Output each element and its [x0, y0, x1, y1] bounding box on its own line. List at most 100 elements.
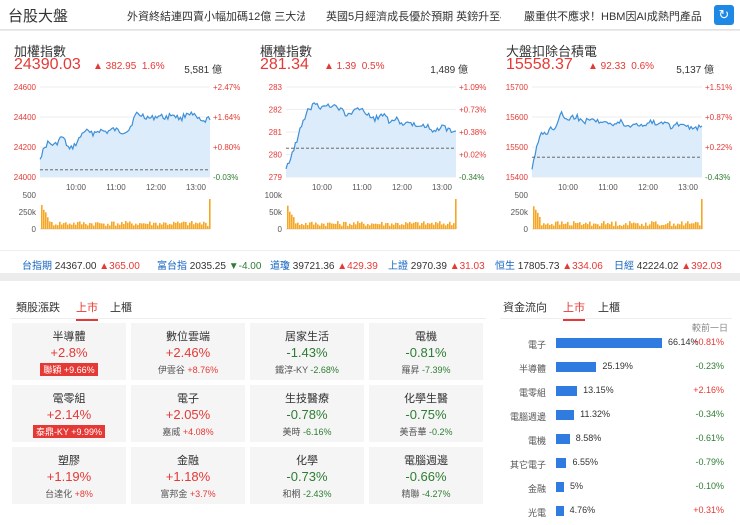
flow-share-value: 5% [570, 481, 584, 491]
volume-bar [601, 223, 603, 229]
volume-bar [141, 223, 143, 229]
volume-bar [621, 225, 623, 229]
volume-bar [679, 224, 681, 229]
volume-bar [581, 224, 583, 229]
sector-cell[interactable]: 半導體 +2.8% 聯穎 +9.66% [12, 323, 126, 380]
volume-bar [655, 221, 657, 229]
volume-bar [633, 222, 635, 229]
volume-bar [65, 222, 67, 229]
ticker-item[interactable]: 台指期 24367.00 ▲365.00 [22, 257, 140, 272]
sector-cell[interactable]: 電子 +2.05% 嘉威 +4.08% [131, 385, 245, 442]
volume-bar [549, 224, 551, 229]
sector-leader: 美吾華 -0.2% [399, 427, 453, 437]
flow-row[interactable]: 半導體 25.19% -0.23% [500, 357, 732, 377]
volume-bar [411, 223, 413, 229]
sector-cell[interactable]: 化學生醫 -0.75% 美吾華 -0.2% [369, 385, 483, 442]
volume-bar [151, 225, 153, 229]
flow-row[interactable]: 電子 66.14% +0.81% [500, 333, 732, 353]
volume-bar [357, 221, 359, 229]
flow-change: +2.16% [693, 385, 724, 395]
volume-bar [89, 222, 91, 229]
volume-bar [355, 224, 357, 229]
volume-bar [63, 223, 65, 229]
volume-bar [331, 223, 333, 229]
volume-bar [441, 224, 443, 229]
volume-bar [205, 222, 207, 229]
volume-bar [79, 221, 81, 229]
panel-otc[interactable]: 櫃檯指數 281.34 ▲ 1.39 0.5% 1,489 億 283 282 28… [246, 31, 492, 249]
panel-ex-tsmc[interactable]: 大盤扣除台積電 15558.37 ▲ 92.33 0.6% 5,137 億 15… [492, 31, 738, 249]
volume-bar [57, 225, 59, 229]
volume-bar [321, 223, 323, 229]
flow-row[interactable]: 其它電子 6.55% -0.79% [500, 453, 732, 473]
volume-bar [69, 223, 71, 229]
volume-tick-label: 0 [32, 225, 37, 234]
volume-bar [569, 225, 571, 229]
time-tick-label: 10:00 [66, 183, 87, 192]
volume-bar [577, 222, 579, 229]
panel-taiex[interactable]: 加權指數 24390.03 ▲ 382.95 1.6% 5,581 億 2460… [0, 31, 246, 249]
volume-bar [337, 221, 339, 229]
flow-row[interactable]: 光電 4.76% +0.31% [500, 501, 732, 521]
refresh-icon[interactable]: ↻ [714, 5, 734, 25]
volume-bar [341, 225, 343, 229]
tab-flow-otc[interactable]: 上櫃 [598, 299, 620, 315]
flow-row[interactable]: 電零組 13.15% +2.16% [500, 381, 732, 401]
volume-bar [699, 225, 701, 229]
ticker-item[interactable]: 富台指 2035.25 ▼-4.00 [157, 257, 261, 272]
tab-otc[interactable]: 上櫃 [110, 299, 132, 315]
volume-bar [317, 224, 319, 229]
volume-bar [181, 222, 183, 229]
flow-share-value: 8.58% [575, 433, 602, 443]
volume-bar [71, 224, 73, 229]
sector-title: 類股漲跌 [16, 302, 60, 314]
intraday-chart: 283 282 281 280 279 +1.09% +0.73% +0.38% +0.02% -… [265, 83, 487, 234]
sector-change: -0.81% [405, 345, 447, 360]
volume-bar [61, 224, 63, 229]
volume-bar [107, 223, 109, 229]
pct-tick-label: -0.34% [459, 173, 484, 182]
volume-bar [533, 206, 535, 229]
volume-bar [643, 225, 645, 229]
flow-row[interactable]: 金融 5% -0.10% [500, 477, 732, 497]
sector-cell[interactable]: 金融 +1.18% 富邦金 +3.7% [131, 447, 245, 504]
flow-sector-name: 電零組 [518, 388, 546, 398]
sector-cell[interactable]: 電機 -0.81% 羅昇 -7.39% [369, 323, 483, 380]
ticker-item[interactable]: 道瓊 39721.36 ▲429.39 [270, 257, 378, 272]
sector-change: +2.14% [46, 407, 92, 422]
volume-bar [101, 223, 103, 229]
news-headline-3[interactable]: 嚴重供不應求！HBM因AI成熱門產品 ... [524, 8, 704, 24]
sector-name: 電機 [415, 331, 437, 343]
volume-bar [45, 212, 47, 229]
news-headline-1[interactable]: 外資終結連四賣小幅加碼12億 三大法... [127, 8, 305, 24]
volume-bar [573, 221, 575, 229]
sector-cell[interactable]: 電腦週邊 -0.66% 精聯 -4.27% [369, 447, 483, 504]
volume-bar [645, 222, 647, 229]
volume-bar [147, 223, 149, 229]
flow-change: +0.31% [693, 505, 724, 515]
news-headline-2[interactable]: 英國5月經濟成長優於預期 英鎊升至4... [326, 8, 501, 24]
sector-cell[interactable]: 生技醫療 -0.78% 美時 -6.16% [250, 385, 364, 442]
volume-tick-label: 50k [269, 208, 283, 217]
ticker-item[interactable]: 日經 42224.02 ▲392.03 [614, 257, 722, 272]
flow-row[interactable]: 電腦週邊 11.32% -0.34% [500, 405, 732, 425]
ticker-item[interactable]: 上證 2970.39 ▲31.03 [388, 257, 485, 272]
sector-cell[interactable]: 居家生活 -1.43% 鐵淳-KY -2.68% [250, 323, 364, 380]
volume-bar [105, 225, 107, 229]
pct-tick-label: +0.22% [705, 143, 732, 152]
volume-bar [369, 225, 371, 229]
volume-tick-label: 500 [23, 191, 37, 200]
sector-cell[interactable]: 數位雲端 +2.46% 伊雲谷 +8.76% [131, 323, 245, 380]
flow-share-value: 4.76% [569, 505, 596, 515]
sector-cell[interactable]: 電零組 +2.14% 泰鼎-KY +9.99% [12, 385, 126, 442]
volume-bar [201, 224, 203, 229]
volume-bar [443, 223, 445, 229]
ticker-item[interactable]: 恒生 17805.73 ▲334.06 [495, 257, 603, 272]
flow-row[interactable]: 電機 8.58% -0.61% [500, 429, 732, 449]
sector-cell[interactable]: 化學 -0.73% 和桐 -2.43% [250, 447, 364, 504]
volume-bar [167, 224, 169, 229]
flow-share-bar [556, 338, 662, 348]
sector-cell[interactable]: 塑膠 +1.19% 台達化 +8% [12, 447, 126, 504]
sector-leader: 富邦金 +3.7% [160, 489, 216, 499]
sector-name: 塑膠 [58, 455, 80, 467]
